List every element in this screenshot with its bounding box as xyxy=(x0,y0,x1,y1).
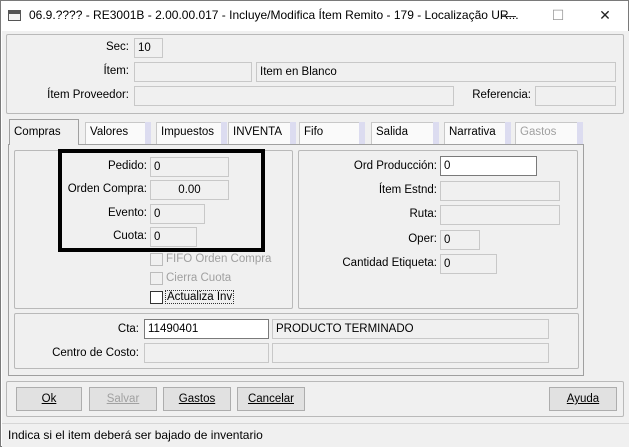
sec-label: Sec: xyxy=(105,41,129,53)
item-label: Ítem: xyxy=(103,65,129,77)
item-estnd-field[interactable] xyxy=(440,181,560,201)
dialog-window: 06.9.???? - RE3001B - 2.00.00.017 - Incl… xyxy=(0,0,629,447)
minimize-button[interactable]: — xyxy=(486,1,532,31)
title-bar[interactable]: 06.9.???? - RE3001B - 2.00.00.017 - Incl… xyxy=(1,1,628,31)
tab-gastos: Gastos xyxy=(515,122,583,144)
orden-compra-label: Orden Compra: xyxy=(67,183,147,195)
item-proveedor-field[interactable] xyxy=(134,86,454,106)
cuota-field[interactable]: 0 xyxy=(150,227,197,247)
window-title: 06.9.???? - RE3001B - 2.00.00.017 - Incl… xyxy=(29,8,519,22)
pedido-label: Pedido: xyxy=(107,160,147,172)
tab-narrativa[interactable]: Narrativa xyxy=(444,122,511,144)
ok-button[interactable]: Ok xyxy=(16,387,82,411)
tab-edge xyxy=(145,122,151,144)
oper-field[interactable]: 0 xyxy=(440,230,480,250)
tab-fifo[interactable]: Fifo xyxy=(299,122,365,144)
ayuda-button[interactable]: Ayuda xyxy=(549,387,617,411)
app-icon xyxy=(8,10,21,21)
item-proveedor-label: Ítem Proveedor: xyxy=(47,89,129,101)
ok-button-label: Ok xyxy=(41,393,57,405)
pedido-field[interactable]: 0 xyxy=(150,157,229,177)
status-bar: Indica si el item deberá ser bajado de i… xyxy=(2,423,629,447)
centro-costo-description-field xyxy=(272,343,549,363)
gastos-button[interactable]: Gastos xyxy=(163,387,231,411)
ayuda-button-label: Ayuda xyxy=(566,393,600,405)
fifo-orden-compra-checkbox xyxy=(150,253,163,266)
tab-edge xyxy=(577,122,583,144)
oper-label: Oper: xyxy=(408,233,437,245)
orden-compra-field[interactable]: 0.00 xyxy=(150,180,229,200)
ruta-label: Ruta: xyxy=(409,208,438,220)
close-button[interactable]: ✕ xyxy=(582,1,628,31)
status-text: Indica si el item deberá ser bajado de i… xyxy=(8,428,263,442)
cantidad-etiqueta-label: Cantidad Etiqueta: xyxy=(342,257,437,269)
cuota-label: Cuota: xyxy=(113,230,147,242)
gastos-button-label: Gastos xyxy=(178,393,216,405)
tab-edge xyxy=(221,122,227,144)
tab-edge xyxy=(290,122,296,144)
tab-edge xyxy=(359,122,365,144)
fifo-orden-compra-label: FIFO Orden Compra xyxy=(166,253,272,265)
salvar-button: Salvar xyxy=(89,387,157,411)
cancelar-button-label: Cancelar xyxy=(247,393,295,405)
item-code-field[interactable] xyxy=(134,62,252,82)
cierra-cuota-label: Cierra Cuota xyxy=(166,272,232,284)
item-description-field: Item en Blanco xyxy=(256,62,616,82)
cantidad-etiqueta-field[interactable]: 0 xyxy=(440,254,497,274)
referencia-field[interactable] xyxy=(535,86,616,106)
evento-field[interactable]: 0 xyxy=(150,204,205,224)
tab-edge xyxy=(433,122,439,144)
cta-label: Cta: xyxy=(117,323,139,335)
cta-description-field: PRODUCTO TERMINADO xyxy=(272,319,549,339)
salvar-button-label: Salvar xyxy=(106,393,140,405)
cierra-cuota-checkbox xyxy=(150,272,163,285)
tab-edge xyxy=(505,122,511,144)
tab-impuestos[interactable]: Impuestos xyxy=(156,122,227,144)
tab-salida[interactable]: Salida xyxy=(371,122,439,144)
tab-inventa[interactable]: INVENTA xyxy=(228,122,296,144)
tab-compras[interactable]: Compras xyxy=(9,119,79,145)
centro-costo-label: Centro de Costo: xyxy=(52,347,139,359)
actualiza-inv-checkbox[interactable] xyxy=(150,291,163,304)
ruta-field[interactable] xyxy=(440,205,560,225)
sec-field[interactable]: 10 xyxy=(134,38,163,58)
cancelar-button[interactable]: Cancelar xyxy=(237,387,305,411)
actualiza-inv-label[interactable]: Actualiza Inv xyxy=(165,290,235,304)
maximize-button[interactable]: ☐ xyxy=(535,1,581,31)
ord-produccion-label: Ord Producción: xyxy=(353,160,437,172)
centro-costo-field[interactable] xyxy=(144,343,269,363)
ord-produccion-field[interactable]: 0 xyxy=(440,156,537,176)
tab-valores[interactable]: Valores xyxy=(85,122,151,144)
item-estnd-label: Ítem Estnd: xyxy=(378,184,437,196)
referencia-label: Referencia: xyxy=(472,89,531,101)
evento-label: Evento: xyxy=(108,207,147,219)
cta-field[interactable]: 11490401 xyxy=(144,319,269,339)
